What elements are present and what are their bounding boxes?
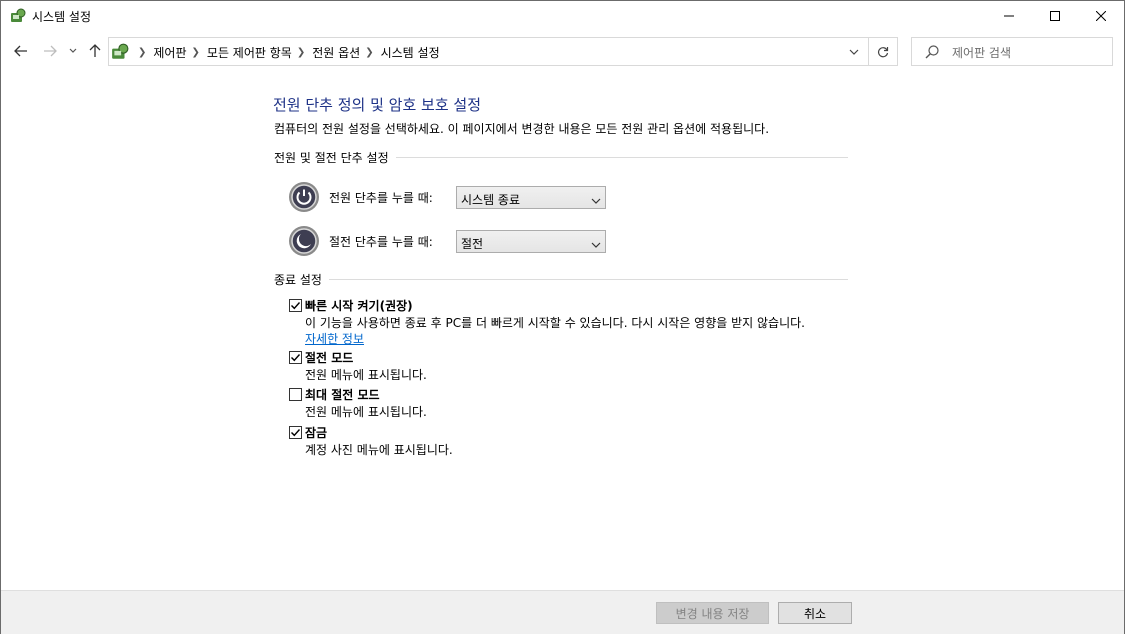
- more-info-link[interactable]: 자세한 정보: [305, 330, 364, 347]
- power-button-row: 전원 단추를 누를 때: 시스템 종료: [288, 180, 608, 214]
- breadcrumb-item[interactable]: 제어판: [153, 44, 186, 61]
- fast-startup-option: 빠른 시작 켜기(권장) 이 기능을 사용하면 종료 후 PC를 더 빠르게 시…: [288, 297, 848, 347]
- main-content: 전원 단추 정의 및 암호 보호 설정 컴퓨터의 전원 설정을 선택하세요. 이…: [1, 72, 1124, 590]
- power-button-label: 전원 단추를 누를 때:: [329, 191, 433, 205]
- hibernate-option: 최대 절전 모드 전원 메뉴에 표시됩니다.: [288, 386, 848, 420]
- fast-startup-checkbox[interactable]: [289, 299, 302, 312]
- lock-label[interactable]: 잠금: [305, 424, 327, 441]
- lock-checkbox[interactable]: [289, 426, 302, 439]
- close-button[interactable]: [1078, 1, 1124, 31]
- control-panel-icon: [10, 8, 26, 24]
- minimize-button[interactable]: [986, 1, 1032, 31]
- cancel-button[interactable]: 취소: [778, 602, 852, 624]
- address-bar[interactable]: ❯ 제어판 ❯ 모든 제어판 항목 ❯ 전원 옵션 ❯ 시스템 설정: [108, 37, 869, 66]
- chevron-down-icon: [591, 194, 601, 204]
- section-heading-text: 전원 및 절전 단추 설정: [274, 150, 389, 165]
- page-title: 전원 단추 정의 및 암호 보호 설정: [273, 96, 482, 114]
- sleep-button-row: 절전 단추를 누를 때: 절전: [288, 224, 608, 258]
- breadcrumb-item[interactable]: 전원 옵션: [312, 44, 360, 61]
- forward-button[interactable]: [40, 41, 60, 61]
- address-dropdown-button[interactable]: [839, 37, 869, 66]
- sleep-label[interactable]: 절전 모드: [305, 349, 353, 366]
- chevron-right-icon[interactable]: ❯: [192, 47, 200, 58]
- select-value: 시스템 종료: [461, 193, 521, 207]
- footer-bar: 변경 내용 저장 취소: [1, 590, 1124, 634]
- title-bar: 시스템 설정: [1, 1, 1124, 31]
- breadcrumb-item[interactable]: 시스템 설정: [381, 44, 440, 61]
- up-button[interactable]: [85, 41, 105, 61]
- lock-option: 잠금 계정 사진 메뉴에 표시됩니다.: [288, 424, 848, 458]
- power-button-icon: [288, 181, 320, 213]
- hibernate-description: 전원 메뉴에 표시됩니다.: [305, 405, 427, 419]
- power-button-action-select[interactable]: 시스템 종료: [456, 186, 606, 209]
- section-heading-text: 종료 설정: [274, 272, 322, 287]
- maximize-button[interactable]: [1032, 1, 1078, 31]
- lock-description: 계정 사진 메뉴에 표시됩니다.: [305, 443, 453, 457]
- sleep-description: 전원 메뉴에 표시됩니다.: [305, 368, 427, 382]
- hibernate-checkbox[interactable]: [289, 388, 302, 401]
- navigation-bar: ❯ 제어판 ❯ 모든 제어판 항목 ❯ 전원 옵션 ❯ 시스템 설정 제어판 검…: [1, 31, 1124, 72]
- divider: [395, 156, 848, 158]
- chevron-down-icon: [591, 238, 601, 248]
- sleep-checkbox[interactable]: [289, 351, 302, 364]
- sleep-option: 절전 모드 전원 메뉴에 표시됩니다.: [288, 349, 848, 383]
- search-icon: [924, 44, 940, 60]
- sleep-button-label: 절전 단추를 누를 때:: [329, 235, 433, 249]
- chevron-right-icon[interactable]: ❯: [297, 47, 305, 58]
- chevron-right-icon[interactable]: ❯: [365, 47, 373, 58]
- sleep-button-icon: [288, 225, 320, 257]
- system-settings-window: 시스템 설정 ❯ 제어판 ❯ 모든 제어판 항목 ❯ 전원 옵션 ❯ 시스템 설…: [0, 0, 1125, 634]
- refresh-button[interactable]: [869, 37, 898, 66]
- fast-startup-description: 이 기능을 사용하면 종료 후 PC를 더 빠르게 시작할 수 있습니다. 다시…: [305, 316, 805, 330]
- power-section-heading: 전원 및 절전 단추 설정: [274, 149, 848, 165]
- breadcrumb-item[interactable]: 모든 제어판 항목: [207, 44, 292, 61]
- refresh-icon: [877, 46, 889, 57]
- shutdown-section-heading: 종료 설정: [274, 271, 848, 287]
- select-value: 절전: [461, 237, 484, 251]
- search-box[interactable]: 제어판 검색: [911, 37, 1113, 66]
- recent-locations-button[interactable]: [65, 41, 81, 61]
- window-title: 시스템 설정: [32, 10, 92, 24]
- hibernate-label[interactable]: 최대 절전 모드: [305, 386, 380, 403]
- breadcrumb: ❯ 제어판 ❯ 모든 제어판 항목 ❯ 전원 옵션 ❯ 시스템 설정: [133, 44, 440, 61]
- save-changes-button[interactable]: 변경 내용 저장: [656, 602, 769, 624]
- page-description: 컴퓨터의 전원 설정을 선택하세요. 이 페이지에서 변경한 내용은 모든 전원…: [274, 122, 770, 136]
- divider: [328, 278, 848, 280]
- back-button[interactable]: [11, 41, 31, 61]
- chevron-right-icon: ❯: [138, 47, 147, 58]
- sleep-button-action-select[interactable]: 절전: [456, 230, 606, 253]
- search-input[interactable]: 제어판 검색: [952, 44, 1011, 61]
- fast-startup-label[interactable]: 빠른 시작 켜기(권장): [305, 297, 413, 314]
- control-panel-icon: [111, 43, 129, 61]
